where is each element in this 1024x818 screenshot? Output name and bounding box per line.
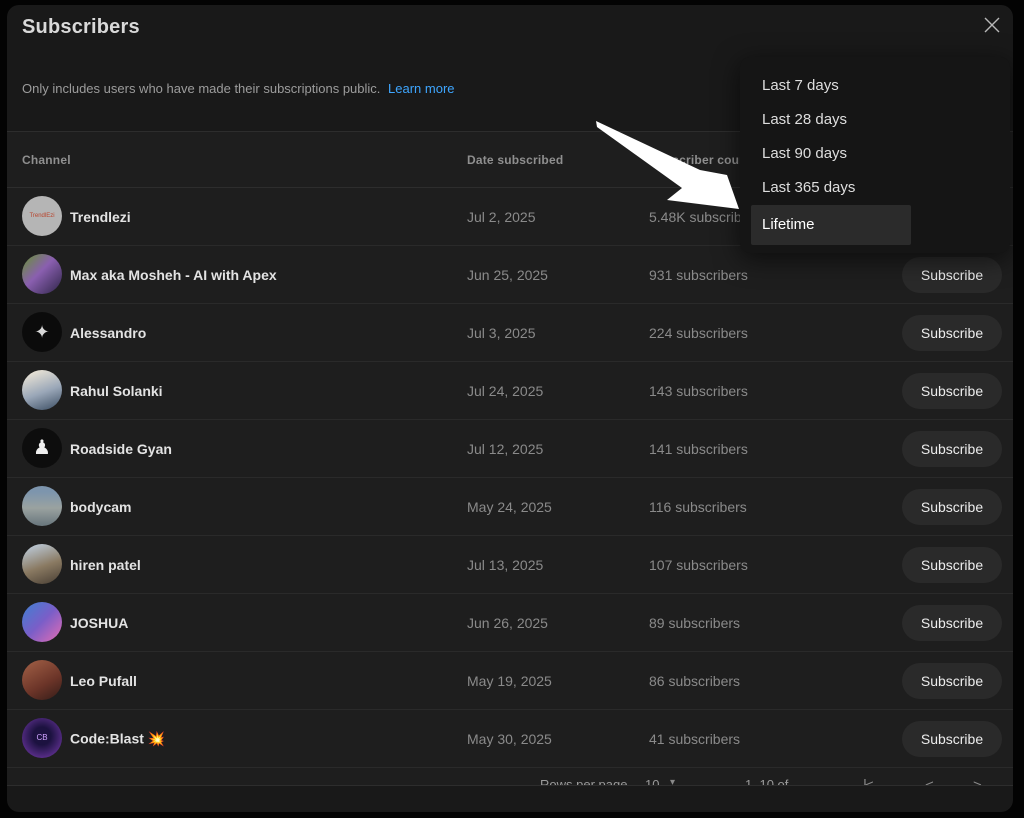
date-subscribed-value: May 19, 2025 bbox=[467, 673, 552, 689]
next-page-button[interactable]: > bbox=[973, 777, 982, 786]
channel-name[interactable]: Code:Blast 💥 bbox=[70, 730, 165, 747]
avatar[interactable]: CB bbox=[22, 718, 62, 758]
date-subscribed-value: Jun 25, 2025 bbox=[467, 267, 548, 283]
pagination-bar: Rows per page 10 ▾ 1–10 of |< < > bbox=[7, 777, 1013, 786]
subscribe-button[interactable]: Subscribe bbox=[902, 315, 1002, 351]
header-date-subscribed: Date subscribed bbox=[467, 153, 563, 167]
menu-item-last-28-days[interactable]: Last 28 days bbox=[740, 103, 1010, 137]
subscriber-count-value: 141 subscribers bbox=[649, 441, 748, 457]
subscribe-button[interactable]: Subscribe bbox=[902, 373, 1002, 409]
menu-item-last-7-days[interactable]: Last 7 days bbox=[740, 69, 1010, 103]
date-subscribed-value: Jun 26, 2025 bbox=[467, 615, 548, 631]
avatar[interactable] bbox=[22, 254, 62, 294]
channel-name[interactable]: Leo Pufall bbox=[70, 673, 137, 689]
subscriber-count-value: 931 subscribers bbox=[649, 267, 748, 283]
avatar-label: TrendlEzi bbox=[29, 213, 54, 219]
close-icon bbox=[980, 13, 1004, 37]
menu-item-last-365-days[interactable]: Last 365 days bbox=[740, 171, 1010, 205]
subscribe-button[interactable]: Subscribe bbox=[902, 721, 1002, 757]
channel-name[interactable]: JOSHUA bbox=[70, 615, 128, 631]
subscriber-count-value: 86 subscribers bbox=[649, 673, 740, 689]
avatar[interactable] bbox=[22, 370, 62, 410]
subscriber-count-value: 116 subscribers bbox=[649, 499, 747, 515]
subscribe-button[interactable]: Subscribe bbox=[902, 257, 1002, 293]
subscribe-button[interactable]: Subscribe bbox=[902, 547, 1002, 583]
previous-page-button[interactable]: < bbox=[925, 777, 934, 786]
rows-per-page-label: Rows per page bbox=[540, 777, 627, 786]
avatar[interactable] bbox=[22, 486, 62, 526]
avatar-label: ♟ bbox=[33, 438, 51, 458]
subscribers-dialog: Subscribers Only includes users who have… bbox=[7, 5, 1013, 812]
date-subscribed-value: Jul 24, 2025 bbox=[467, 383, 543, 399]
table-row: Leo Pufall May 19, 2025 86 subscribers S… bbox=[7, 652, 1013, 710]
channel-name[interactable]: Alessandro bbox=[70, 325, 146, 341]
header-subscriber-count: Subscriber count bbox=[649, 153, 751, 167]
table-body: TrendlEzi Trendlezi Jul 2, 2025 5.48K su… bbox=[7, 188, 1013, 768]
avatar[interactable]: ♟ bbox=[22, 428, 62, 468]
close-button[interactable] bbox=[980, 13, 1004, 37]
menu-item-last-90-days[interactable]: Last 90 days bbox=[740, 137, 1010, 171]
subscriber-count-value: 89 subscribers bbox=[649, 615, 740, 631]
dialog-title: Subscribers bbox=[22, 16, 140, 39]
date-subscribed-value: May 30, 2025 bbox=[467, 731, 552, 747]
subscribe-button[interactable]: Subscribe bbox=[902, 489, 1002, 525]
description-text: Only includes users who have made their … bbox=[22, 81, 380, 96]
avatar-label: CB bbox=[36, 734, 47, 742]
subscriber-count-value: 41 subscribers bbox=[649, 731, 740, 747]
menu-item-lifetime[interactable]: Lifetime bbox=[751, 205, 911, 245]
channel-name[interactable]: hiren patel bbox=[70, 557, 141, 573]
date-subscribed-value: Jul 2, 2025 bbox=[467, 209, 536, 225]
first-page-button[interactable]: |< bbox=[863, 777, 872, 786]
table-row: Rahul Solanki Jul 24, 2025 143 subscribe… bbox=[7, 362, 1013, 420]
date-subscribed-value: Jul 13, 2025 bbox=[467, 557, 543, 573]
table-row: CB Code:Blast 💥 May 30, 2025 41 subscrib… bbox=[7, 710, 1013, 768]
subscriber-count-value: 143 subscribers bbox=[649, 383, 748, 399]
subscriber-count-value: 107 subscribers bbox=[649, 557, 748, 573]
date-subscribed-value: Jul 3, 2025 bbox=[467, 325, 536, 341]
pagination-range-label: 1–10 of bbox=[745, 777, 788, 786]
channel-name[interactable]: Trendlezi bbox=[70, 209, 131, 225]
subscribe-button[interactable]: Subscribe bbox=[902, 605, 1002, 641]
rows-per-page-select[interactable]: 10 bbox=[645, 777, 659, 786]
table-row: hiren patel Jul 13, 2025 107 subscribers… bbox=[7, 536, 1013, 594]
header-channel: Channel bbox=[22, 153, 71, 167]
avatar-label: ✦ bbox=[34, 323, 49, 341]
channel-name[interactable]: Rahul Solanki bbox=[70, 383, 163, 399]
channel-name[interactable]: Max aka Mosheh - AI with Apex bbox=[70, 267, 277, 283]
channel-name[interactable]: bodycam bbox=[70, 499, 131, 515]
channel-name[interactable]: Roadside Gyan bbox=[70, 441, 172, 457]
table-row: Max aka Mosheh - AI with Apex Jun 25, 20… bbox=[7, 246, 1013, 304]
table-row: ✦ Alessandro Jul 3, 2025 224 subscribers… bbox=[7, 304, 1013, 362]
subscribe-button[interactable]: Subscribe bbox=[902, 431, 1002, 467]
subscriber-count-value: 224 subscribers bbox=[649, 325, 748, 341]
table-row: bodycam May 24, 2025 116 subscribers Sub… bbox=[7, 478, 1013, 536]
dialog-description: Only includes users who have made their … bbox=[22, 81, 455, 96]
date-subscribed-value: May 24, 2025 bbox=[467, 499, 552, 515]
avatar[interactable]: TrendlEzi bbox=[22, 196, 62, 236]
table-row: ♟ Roadside Gyan Jul 12, 2025 141 subscri… bbox=[7, 420, 1013, 478]
chevron-down-icon: ▾ bbox=[670, 777, 675, 786]
avatar[interactable] bbox=[22, 544, 62, 584]
table-row: JOSHUA Jun 26, 2025 89 subscribers Subsc… bbox=[7, 594, 1013, 652]
avatar[interactable] bbox=[22, 660, 62, 700]
date-subscribed-value: Jul 12, 2025 bbox=[467, 441, 543, 457]
date-range-menu: Last 7 daysLast 28 daysLast 90 daysLast … bbox=[740, 57, 1010, 253]
avatar[interactable]: ✦ bbox=[22, 312, 62, 352]
avatar[interactable] bbox=[22, 602, 62, 642]
learn-more-link[interactable]: Learn more bbox=[388, 81, 454, 96]
subscribe-button[interactable]: Subscribe bbox=[902, 663, 1002, 699]
